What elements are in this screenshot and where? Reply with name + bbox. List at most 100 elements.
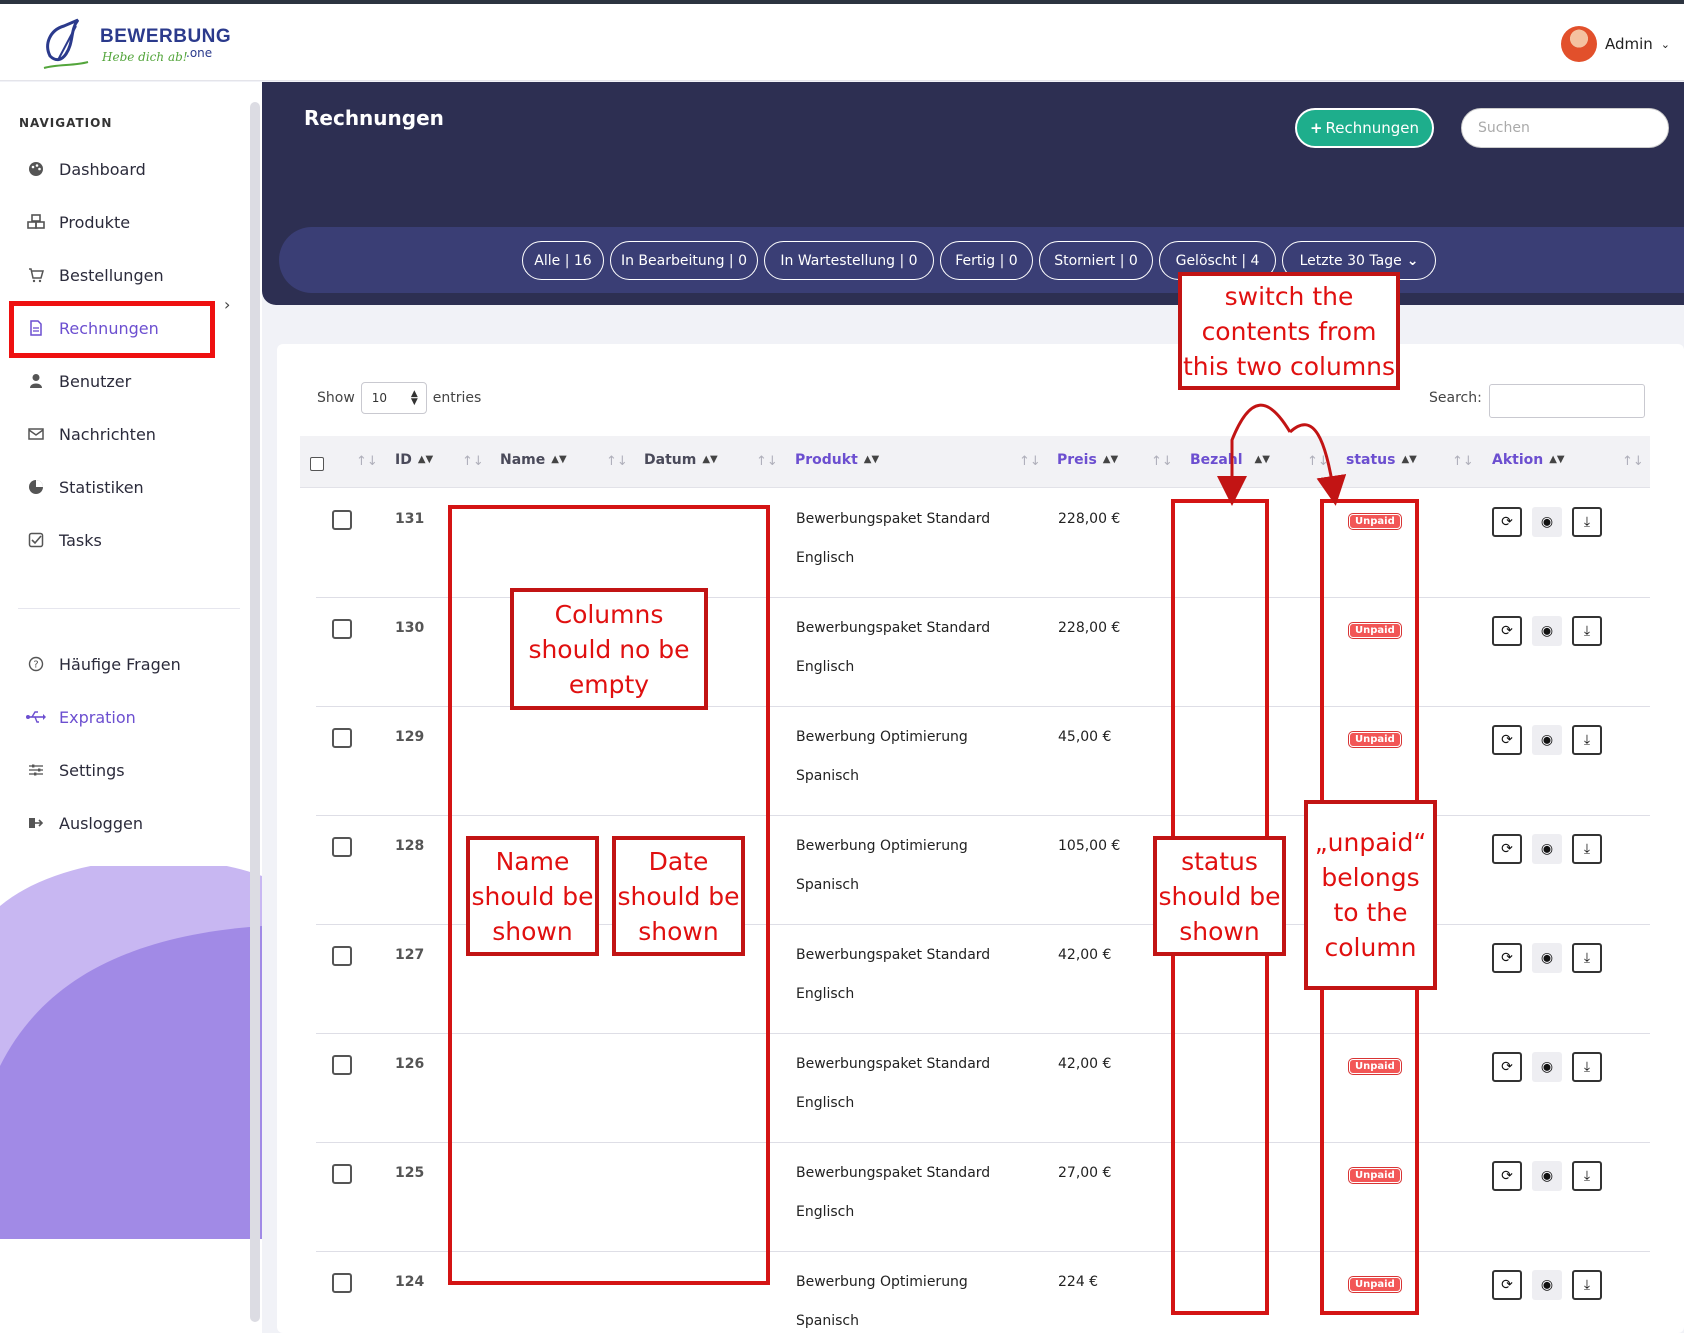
th-bezahlt[interactable]: Bezahl ▲▼ — [1190, 452, 1270, 468]
refresh-button[interactable]: ⟳ — [1492, 1161, 1522, 1191]
th-status[interactable]: status ▲▼ — [1346, 452, 1417, 468]
checkbox-icon — [26, 530, 46, 550]
sidebar-item-ausloggen[interactable]: Ausloggen — [26, 808, 143, 838]
cell-language: Englisch — [796, 1204, 855, 1220]
view-button[interactable]: ◉ — [1532, 616, 1562, 646]
eye-icon: ◉ — [1540, 1059, 1554, 1075]
row-checkbox[interactable] — [332, 619, 352, 639]
download-button[interactable]: ⤓ — [1572, 507, 1602, 537]
sort-icon[interactable]: ↑↓ — [1151, 454, 1173, 469]
row-checkbox[interactable] — [332, 1273, 352, 1293]
row-checkbox[interactable] — [332, 837, 352, 857]
sidebar-item-statistiken[interactable]: Statistiken — [26, 472, 144, 502]
download-button[interactable]: ⤓ — [1572, 1052, 1602, 1082]
sort-icon[interactable]: ↑↓ — [606, 454, 628, 469]
refresh-button[interactable]: ⟳ — [1492, 507, 1522, 537]
view-button[interactable]: ◉ — [1532, 1161, 1562, 1191]
th-produkt[interactable]: Produkt ▲▼ — [795, 452, 879, 468]
refresh-button[interactable]: ⟳ — [1492, 1270, 1522, 1300]
cell-language: Spanisch — [796, 768, 859, 784]
row-checkbox[interactable] — [332, 1164, 352, 1184]
th-preis[interactable]: Preis ▲▼ — [1057, 452, 1118, 468]
sidebar-item-produkte[interactable]: Produkte — [26, 207, 130, 237]
cell-product: Bewerbungspaket Standard — [796, 620, 991, 636]
download-button[interactable]: ⤓ — [1572, 1161, 1602, 1191]
refresh-button[interactable]: ⟳ — [1492, 616, 1522, 646]
sort-icon[interactable]: ↑↓ — [1307, 454, 1329, 469]
unpaid-belongs-annotation: „unpaid“ belongs to the column — [1304, 800, 1437, 990]
row-checkbox[interactable] — [332, 728, 352, 748]
entries-select[interactable]: 10 ▲ ▼ — [360, 382, 427, 414]
refresh-button[interactable]: ⟳ — [1492, 834, 1522, 864]
download-button[interactable]: ⤓ — [1572, 616, 1602, 646]
filter-fertig[interactable]: Fertig | 0 — [940, 241, 1033, 280]
row-checkbox[interactable] — [332, 510, 352, 530]
filter-alle[interactable]: Alle | 16 — [522, 241, 604, 280]
download-icon: ⤓ — [1583, 1168, 1591, 1184]
sort-icon: ▲▼ — [1401, 454, 1417, 465]
logo-tld: .one — [186, 46, 213, 60]
row-checkbox[interactable] — [332, 946, 352, 966]
rechnungen-highlight-annotation — [9, 301, 215, 358]
logo-slogan: Hebe dich ab! — [102, 50, 188, 64]
download-button[interactable]: ⤓ — [1572, 1270, 1602, 1300]
user-name: Admin — [1604, 35, 1653, 53]
sidebar-item-nachrichten[interactable]: Nachrichten — [26, 419, 156, 449]
view-button[interactable]: ◉ — [1532, 507, 1562, 537]
sort-icon[interactable]: ↑↓ — [756, 454, 778, 469]
refresh-button[interactable]: ⟳ — [1492, 725, 1522, 755]
select-all-checkbox[interactable] — [310, 457, 324, 471]
th-datum[interactable]: Datum ▲▼ — [644, 452, 718, 468]
logo[interactable]: BEWERBUNG Hebe dich ab! .one — [40, 16, 231, 74]
filter-label: Alle | 16 — [534, 252, 592, 269]
sort-icon: ▲▼ — [702, 454, 718, 465]
view-button[interactable]: ◉ — [1532, 725, 1562, 755]
search-placeholder: Suchen — [1478, 120, 1530, 136]
sidebar-scrollbar[interactable] — [250, 102, 260, 1322]
sort-icon[interactable]: ↑↓ — [1622, 454, 1644, 469]
filter-label: In Wartestellung | 0 — [780, 252, 918, 269]
table-search-input[interactable] — [1489, 384, 1645, 418]
th-id[interactable]: ID ▲▼ — [395, 452, 433, 468]
view-button[interactable]: ◉ — [1532, 1052, 1562, 1082]
cell-price: 42,00 € — [1058, 1056, 1112, 1072]
sort-icon[interactable]: ↑↓ — [356, 454, 378, 469]
view-button[interactable]: ◉ — [1532, 834, 1562, 864]
view-button[interactable]: ◉ — [1532, 1270, 1562, 1300]
refresh-button[interactable]: ⟳ — [1492, 943, 1522, 973]
download-button[interactable]: ⤓ — [1572, 834, 1602, 864]
view-button[interactable]: ◉ — [1532, 943, 1562, 973]
filter-in-bearbeitung[interactable]: In Bearbeitung | 0 — [610, 241, 758, 280]
refresh-icon: ⟳ — [1501, 841, 1513, 857]
search-input[interactable]: Suchen — [1461, 108, 1669, 148]
cell-id: 130 — [395, 620, 425, 636]
filter-storniert[interactable]: Storniert | 0 — [1039, 241, 1153, 280]
sidebar-item-label: Expration — [59, 707, 136, 727]
row-checkbox[interactable] — [332, 1055, 352, 1075]
sidebar-item-expration[interactable]: Expration — [26, 702, 136, 732]
th-name[interactable]: Name ▲▼ — [500, 452, 567, 468]
sidebar-item-faq[interactable]: ? Häufige Fragen — [26, 649, 181, 679]
sidebar-item-label: Dashboard — [59, 159, 146, 179]
refresh-button[interactable]: ⟳ — [1492, 1052, 1522, 1082]
sort-icon[interactable]: ↑↓ — [1452, 454, 1474, 469]
sidebar-item-tasks[interactable]: Tasks — [26, 525, 102, 555]
sort-icon[interactable]: ↑↓ — [1019, 454, 1041, 469]
filter-label: Fertig | 0 — [955, 252, 1018, 269]
refresh-icon: ⟳ — [1501, 514, 1513, 530]
add-rechnung-button[interactable]: + Rechnungen — [1295, 108, 1434, 148]
sort-updown-icon: ▲ ▼ — [410, 389, 418, 407]
sidebar-item-benutzer[interactable]: Benutzer — [26, 366, 131, 396]
filter-in-wartestellung[interactable]: In Wartestellung | 0 — [764, 241, 934, 280]
th-label: Datum — [644, 452, 697, 468]
th-aktion[interactable]: Aktion ▲▼ — [1492, 452, 1565, 468]
sidebar-item-dashboard[interactable]: Dashboard — [26, 154, 146, 184]
download-button[interactable]: ⤓ — [1572, 725, 1602, 755]
sidebar-item-settings[interactable]: Settings — [26, 755, 125, 785]
sort-icon[interactable]: ↑↓ — [462, 454, 484, 469]
user-menu[interactable]: Admin ⌄ — [1560, 26, 1670, 62]
chevron-right-icon: › — [224, 295, 231, 314]
sidebar-item-bestellungen[interactable]: Bestellungen — [26, 260, 164, 290]
download-button[interactable]: ⤓ — [1572, 943, 1602, 973]
add-rechnung-label: Rechnungen — [1325, 119, 1420, 137]
